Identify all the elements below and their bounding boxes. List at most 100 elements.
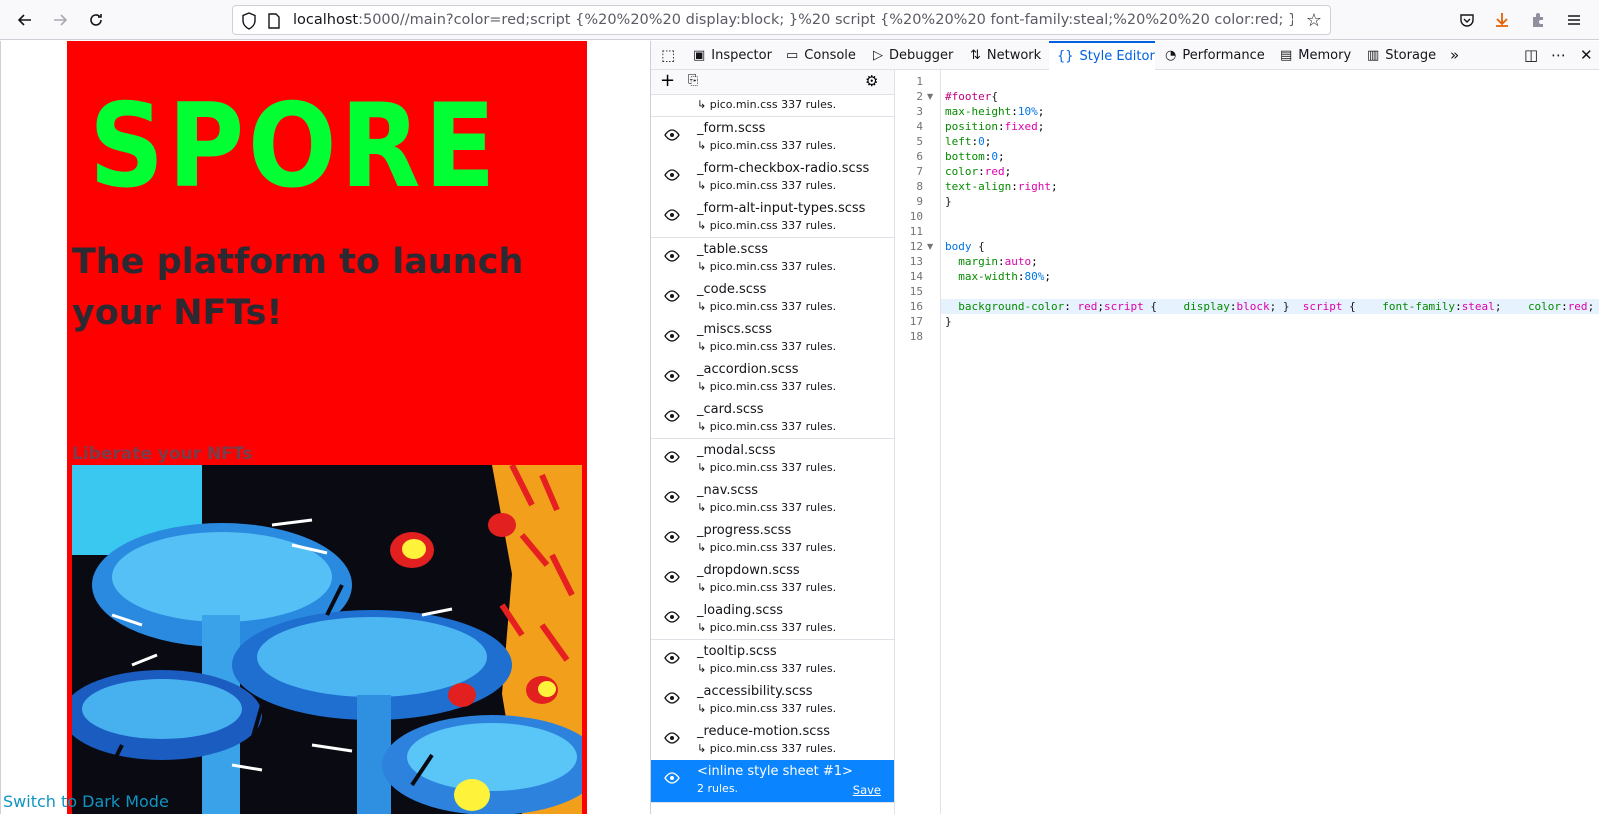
stylesheet-item[interactable]: _accordion.scss ↳ pico.min.css 337 rules.	[651, 358, 894, 400]
forward-button[interactable]	[46, 6, 74, 34]
line-number: 14	[909, 270, 923, 283]
tab-inspector[interactable]: ▣ Inspector	[693, 41, 772, 70]
code-line-8[interactable]: text-align:right;	[941, 179, 1599, 194]
downloads-icon[interactable]	[1491, 9, 1513, 31]
back-button[interactable]	[11, 6, 39, 34]
import-stylesheet-icon[interactable]: ⎘	[688, 73, 698, 88]
new-stylesheet-icon[interactable]: +	[660, 70, 675, 91]
settings-gear-icon[interactable]: ⚙	[865, 72, 878, 90]
stylesheet-item[interactable]: _form-alt-input-types.scss ↳ pico.min.css…	[651, 197, 894, 239]
tab-performance[interactable]: ◔ Performance	[1165, 41, 1265, 70]
url-host: localhost	[293, 12, 359, 28]
code-line-17[interactable]: }	[941, 314, 1599, 329]
menu-icon[interactable]	[1563, 9, 1585, 31]
reload-button[interactable]	[82, 6, 110, 34]
css-token: ;	[1587, 300, 1595, 313]
code-line-2[interactable]: #footer{	[941, 89, 1599, 104]
eye-icon[interactable]	[664, 491, 680, 503]
dark-mode-link[interactable]: Switch to Dark Mode	[3, 792, 169, 811]
pocket-icon[interactable]	[1456, 9, 1478, 31]
shield-icon[interactable]	[241, 12, 257, 30]
code-line-13[interactable]: margin:auto;	[941, 254, 1599, 269]
line-number: 13	[909, 255, 923, 268]
tab-memory[interactable]: ▤ Memory	[1280, 41, 1351, 70]
eye-icon[interactable]	[664, 651, 680, 664]
tab-network[interactable]: ⇅ Network	[970, 41, 1041, 70]
code-line-5[interactable]: left:0;	[941, 134, 1599, 149]
more-tabs-icon[interactable]: »	[1450, 46, 1459, 64]
eye-icon[interactable]	[664, 611, 680, 624]
extensions-icon[interactable]	[1527, 9, 1549, 31]
sheet-name: _accessibility.scss	[697, 683, 813, 699]
stylesheet-item[interactable]: _reduce-motion.scss ↳ pico.min.css 337 ru…	[651, 720, 894, 761]
address-bar[interactable]: localhost:5000//main?color=red;script {%…	[232, 5, 1331, 35]
stylesheet-item[interactable]: _accessibility.scss ↳ pico.min.css 337 ru…	[651, 679, 894, 721]
eye-icon[interactable]	[664, 249, 680, 262]
stylesheet-item[interactable]: _form-checkbox-radio.scss ↳ pico.min.css …	[651, 157, 894, 199]
fold-toggle-icon[interactable]: ▼	[927, 242, 933, 251]
tab-style-editor[interactable]: {} Style Editor	[1049, 41, 1155, 70]
stylesheet-item-inline[interactable]: <inline style sheet #1> 2 rules. Save	[651, 760, 894, 803]
dock-side-icon[interactable]: ◫	[1524, 46, 1538, 64]
code-line-6[interactable]: bottom:0;	[941, 149, 1599, 164]
css-value: block	[1236, 300, 1270, 313]
stylesheet-item[interactable]: _dropdown.scss ↳ pico.min.css 337 rules.	[651, 559, 894, 601]
devtools-menu-icon[interactable]: ⋯	[1551, 46, 1566, 64]
line-number: 11	[909, 225, 923, 238]
sheet-name: _table.scss	[697, 241, 769, 257]
eye-icon[interactable]	[664, 330, 680, 342]
tab-storage[interactable]: ▥ Storage	[1367, 41, 1436, 70]
eye-icon[interactable]	[664, 410, 680, 423]
close-devtools-icon[interactable]: ✕	[1580, 46, 1593, 64]
eye-icon[interactable]	[664, 692, 680, 704]
fold-toggle-icon[interactable]: ▼	[927, 92, 933, 101]
stylesheet-item[interactable]: _miscs.scss ↳ pico.min.css 337 rules.	[651, 318, 894, 359]
stylesheet-item[interactable]: _form.scss ↳ pico.min.css 337 rules.	[651, 117, 894, 158]
debugger-icon: ▷	[873, 48, 883, 63]
sheet-meta: ↳ pico.min.css 337 rules.	[697, 98, 837, 111]
eye-icon[interactable]	[664, 732, 680, 744]
code-editor[interactable]: 1 2 3 4 5 6 7 8 9 10 11 12 13 14 15 16 17 18 ▼ ▼ #footer{ m…	[895, 70, 1599, 814]
stylesheet-item[interactable]: _table.scss ↳ pico.min.css 337 rules.	[651, 237, 894, 279]
eye-icon[interactable]	[664, 129, 680, 141]
code-line-12[interactable]: body {	[941, 239, 1599, 254]
stylesheet-item[interactable]: ↳ pico.min.css 337 rules.	[651, 95, 894, 117]
css-brace: }	[945, 195, 952, 208]
stylesheet-item[interactable]: _code.scss ↳ pico.min.css 337 rules.	[651, 277, 894, 319]
stylesheet-item[interactable]: _nav.scss ↳ pico.min.css 337 rules.	[651, 478, 894, 520]
stylesheet-item[interactable]: _card.scss ↳ pico.min.css 337 rules.	[651, 398, 894, 440]
stylesheet-item[interactable]: _tooltip.scss ↳ pico.min.css 337 rules.	[651, 639, 894, 681]
code-line-16[interactable]: background-color: red;script { display:b…	[941, 299, 1599, 314]
code-line-9[interactable]: }	[941, 194, 1599, 209]
stylesheet-item[interactable]: _modal.scss ↳ pico.min.css 337 rules.	[651, 438, 894, 480]
eye-icon[interactable]	[664, 531, 680, 543]
css-property: left	[945, 135, 972, 148]
sheet-name: _miscs.scss	[697, 322, 773, 337]
eye-icon[interactable]	[664, 209, 680, 222]
save-link[interactable]: Save	[853, 783, 881, 797]
back-arrow-icon	[17, 14, 31, 26]
eye-icon[interactable]	[664, 370, 680, 382]
eye-icon[interactable]	[664, 169, 680, 181]
code-line-14[interactable]: max-width:80%;	[941, 269, 1599, 284]
element-picker-icon[interactable]: ⬚	[661, 46, 675, 64]
css-property: color	[1527, 300, 1562, 313]
tab-label: Storage	[1385, 48, 1437, 63]
sheet-meta: ↳ pico.min.css 337 rules.	[697, 340, 837, 353]
page-info-icon[interactable]	[267, 13, 281, 29]
eye-icon[interactable]	[664, 571, 680, 583]
code-line-1[interactable]	[941, 74, 1599, 89]
code-line-4[interactable]: position:fixed;	[941, 119, 1599, 134]
tab-debugger[interactable]: ▷ Debugger	[873, 41, 953, 70]
tab-console[interactable]: ▭ Console	[786, 41, 856, 70]
css-brace: {	[971, 240, 985, 253]
stylesheet-item[interactable]: _loading.scss ↳ pico.min.css 337 rules.	[651, 599, 894, 641]
eye-icon[interactable]	[664, 290, 680, 302]
stylesheet-item[interactable]: _progress.scss ↳ pico.min.css 337 rules.	[651, 519, 894, 560]
url-text[interactable]: localhost:5000//main?color=red;script {%…	[293, 12, 1293, 28]
code-line-3[interactable]: max-height:10%;	[941, 104, 1599, 119]
bookmark-star-icon[interactable]: ☆	[1306, 10, 1322, 31]
code-line-7[interactable]: color:red;	[941, 164, 1599, 179]
eye-icon[interactable]	[664, 450, 680, 463]
eye-icon[interactable]	[664, 772, 680, 784]
